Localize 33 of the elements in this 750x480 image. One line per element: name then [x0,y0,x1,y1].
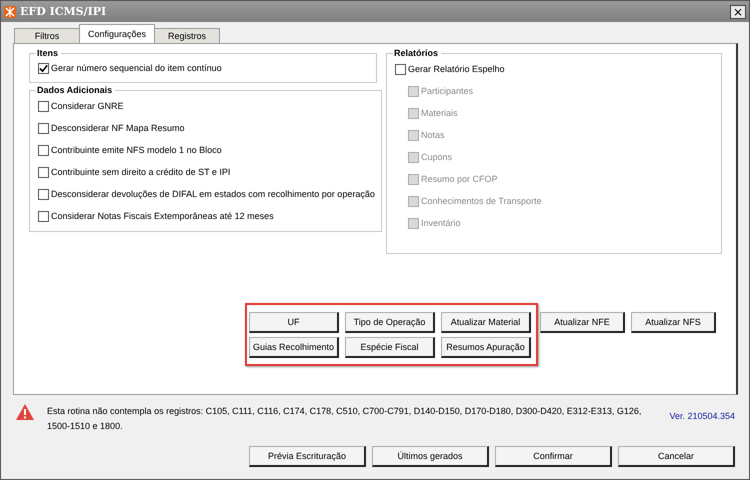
footer-button[interactable]: Últimos gerados [372,446,489,467]
group-title: Dados Adicionais [36,85,114,95]
check-icon [39,64,48,72]
action-button[interactable]: Tipo de Operação [345,312,435,333]
footer-button[interactable]: Prévia Escrituração [249,446,366,467]
footer-button[interactable]: Confirmar [495,446,612,467]
warning-message: Esta rotina não contempla os registros: C105, C111, C116, C174, C178, C510, C700-C791, D140-D150, D170-D180, D300-D420, E312-E313, G126, 1500-1510 e 1800. [47,405,642,433]
close-button[interactable]: × [730,4,746,18]
action-button[interactable]: Espécie Fiscal [345,337,435,358]
action-button[interactable]: Atualizar Material [441,312,531,333]
checkbox-option[interactable]: Desconsiderar NF Mapa Resumo [38,117,375,139]
app-icon [4,6,16,18]
checkbox-option[interactable]: Considerar Notas Fiscais Extemporâneas até 12 meses [38,205,375,227]
action-button[interactable]: UF [249,312,339,333]
action-button[interactable]: Resumos Apuração [441,337,531,358]
checkbox-option[interactable]: Contribuinte emite NFS modelo 1 no Bloco [38,139,375,161]
checkbox-option[interactable]: Considerar GNRE [38,95,375,117]
checkbox-option[interactable]: Contribuinte sem direito a crédito de ST e IPI [38,161,375,183]
group-title: Itens [36,48,60,58]
action-button[interactable]: Atualizar NFE [540,312,625,333]
warning-icon [15,403,35,421]
footer-button[interactable]: Cancelar [618,446,735,467]
action-button[interactable]: Atualizar NFS [631,312,716,333]
tab[interactable]: Filtros [14,28,80,43]
tab[interactable]: Registros [154,28,220,43]
checkbox-option[interactable]: Gerar Relatório Espelho [395,58,505,80]
action-button[interactable]: Guias Recolhimento [249,337,339,358]
checkbox-option[interactable]: Desconsiderar devoluções de DIFAL em estados com recolhimento por operação [38,183,375,205]
version-label: Ver. 210504.354 [669,411,735,421]
checkbox-option[interactable]: Gerar número sequencial do item contínuo [38,58,370,78]
window-title: EFD ICMS/IPI [20,5,108,18]
tab[interactable]: Configurações [79,24,156,43]
group-title: Relatórios [393,48,440,58]
